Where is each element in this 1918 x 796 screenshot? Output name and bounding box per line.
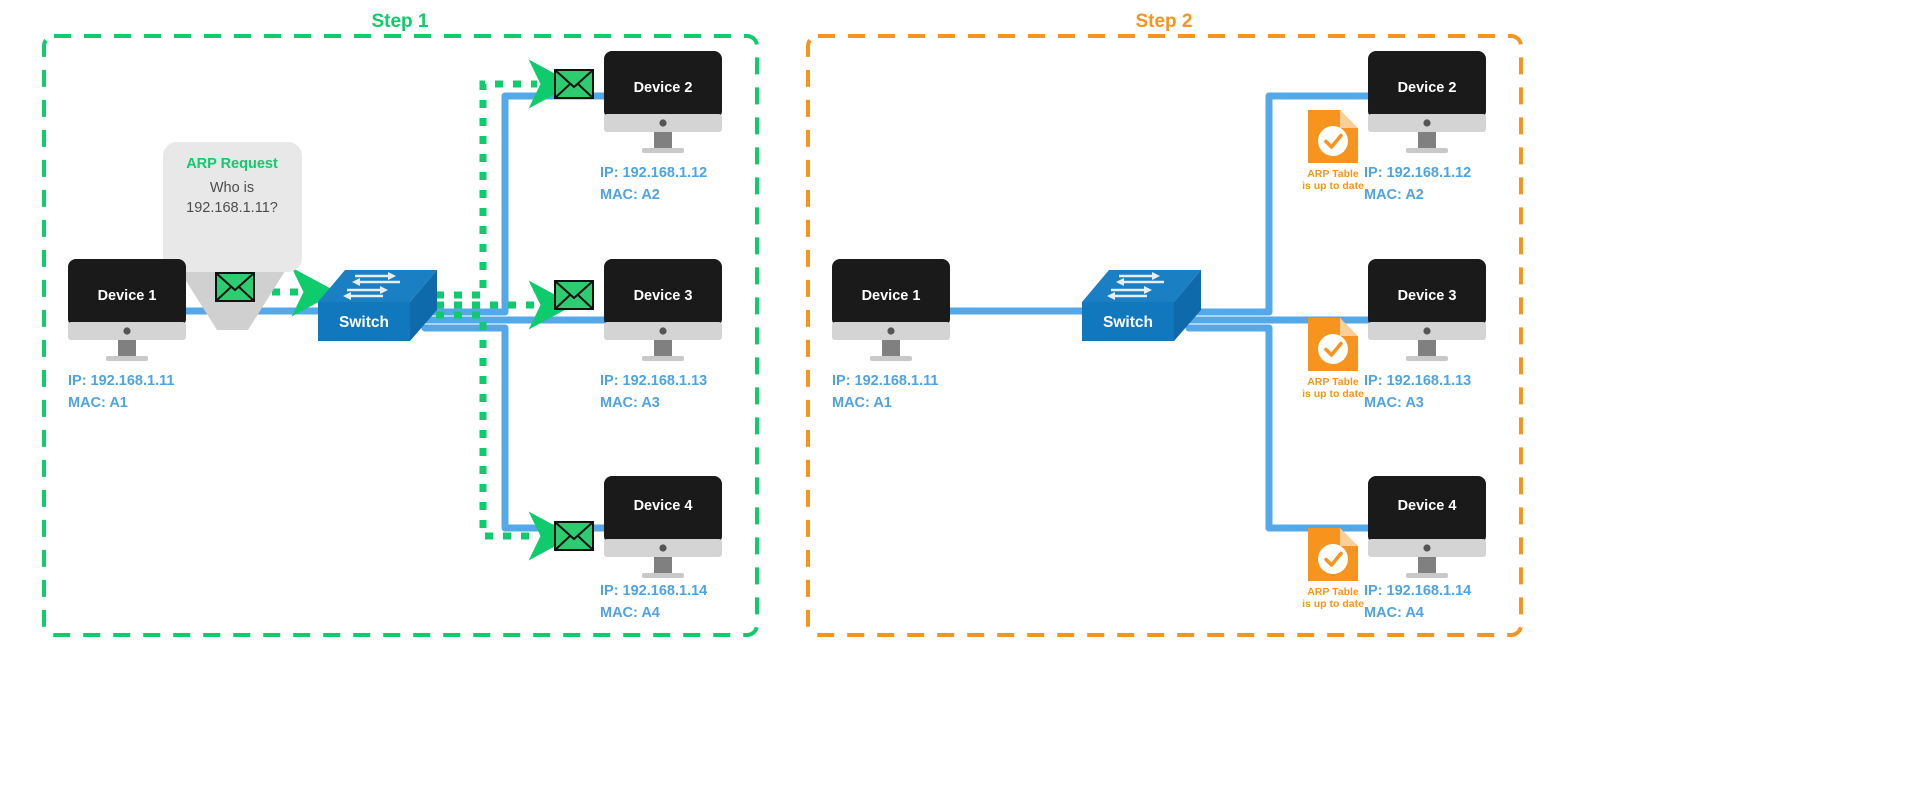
envelope-icon-device1-origin [215, 272, 255, 302]
document-check-icon [1308, 110, 1358, 163]
step2-device-4: ARP Table is up to date Device 4 IP: 192… [1302, 476, 1486, 621]
monitor-power-dot [1423, 327, 1431, 335]
monitor-stand-base [1406, 356, 1448, 361]
step2-device-1: Device 1 IP: 192.168.1.11 MAC: A1 [832, 259, 950, 411]
step2-title: Step 2 [1135, 11, 1192, 32]
device-ip: IP: 192.168.1.14 [1364, 583, 1471, 599]
device-label: Device 4 [1398, 498, 1457, 514]
monitor-stand-neck [654, 340, 672, 358]
device-mac: MAC: A1 [68, 395, 128, 411]
device-mac: MAC: A2 [600, 187, 660, 203]
arp-note-line2: is up to date [1302, 598, 1364, 610]
arp-table-note-device2: ARP Table is up to date [1302, 110, 1364, 192]
envelope-icon-device4 [554, 521, 594, 551]
envelope-icon-device2 [554, 69, 594, 99]
monitor-stand-base [106, 356, 148, 361]
arp-note-line1: ARP Table [1307, 376, 1359, 388]
monitor-power-dot [1423, 544, 1431, 552]
step1-title: Step 1 [371, 11, 428, 32]
arp-table-note-device3: ARP Table is up to date [1302, 318, 1364, 400]
step1-device-1: Device 1 IP: 192.168.1.11 MAC: A1 [68, 259, 186, 411]
device-ip: IP: 192.168.1.13 [1364, 373, 1471, 389]
arp-note-line1: ARP Table [1307, 586, 1359, 598]
diagram-canvas: Step 1 ARP Request Who is 192.168.1.11? … [0, 0, 1918, 796]
monitor-stand-neck [654, 557, 672, 575]
device-ip: IP: 192.168.1.13 [600, 373, 707, 389]
monitor-stand-base [870, 356, 912, 361]
bubble-heading: ARP Request [186, 156, 278, 172]
step2-switch: Switch [1082, 270, 1201, 341]
monitor-power-dot [1423, 119, 1431, 127]
device-label: Device 2 [1398, 80, 1457, 96]
envelope-icon-device3 [554, 280, 594, 310]
device-mac: MAC: A2 [1364, 187, 1424, 203]
switch-label: Switch [339, 314, 389, 331]
monitor-stand-base [1406, 148, 1448, 153]
monitor-power-dot [659, 119, 667, 127]
dotted-switch-to-device4 [436, 311, 575, 561]
device-ip: IP: 192.168.1.12 [600, 165, 707, 181]
device-mac: MAC: A4 [1364, 605, 1424, 621]
monitor-stand-base [642, 573, 684, 578]
monitor-stand-base [1406, 573, 1448, 578]
link-switch-device2 [421, 92, 608, 316]
monitor-stand-neck [654, 132, 672, 150]
step1-device-2: Device 2 IP: 192.168.1.12 MAC: A2 [554, 51, 722, 203]
step1-switch: Switch [318, 270, 437, 341]
device-ip: IP: 192.168.1.11 [68, 373, 174, 389]
device-label: Device 1 [862, 288, 921, 304]
step2-device-3: ARP Table is up to date Device 3 IP: 192… [1302, 259, 1486, 411]
monitor-stand-neck [118, 340, 136, 358]
dotted-switch-to-device2 [436, 59, 575, 299]
monitor-power-dot [659, 544, 667, 552]
monitor-stand-neck [1418, 557, 1436, 575]
arp-process-diagram: Step 1 ARP Request Who is 192.168.1.11? … [42, 11, 1523, 637]
document-check-icon [1308, 528, 1358, 581]
monitor-stand-neck [1418, 340, 1436, 358]
device-label: Device 3 [1398, 288, 1457, 304]
arp-table-note-device4: ARP Table is up to date [1302, 528, 1364, 610]
panel-step1: Step 1 ARP Request Who is 192.168.1.11? … [42, 11, 759, 637]
device-label: Device 1 [98, 288, 157, 304]
device-label: Device 4 [634, 498, 693, 514]
monitor-power-dot [659, 327, 667, 335]
step1-device-4: Device 4 IP: 192.168.1.14 MAC: A4 [554, 476, 722, 621]
switch-label: Switch [1103, 314, 1153, 331]
device-label: Device 3 [634, 288, 693, 304]
step2-device-2: ARP Table is up to date Device 2 IP: 192… [1302, 51, 1486, 203]
monitor-stand-base [642, 356, 684, 361]
device-ip: IP: 192.168.1.11 [832, 373, 938, 389]
device-ip: IP: 192.168.1.12 [1364, 165, 1471, 181]
device-mac: MAC: A3 [1364, 395, 1424, 411]
panel-step2: Step 2 Device 1 IP: 192.168.1.11 MAC: A1 [806, 11, 1523, 637]
device-ip: IP: 192.168.1.14 [600, 583, 707, 599]
device-mac: MAC: A3 [600, 395, 660, 411]
monitor-power-dot [123, 327, 131, 335]
device-label: Device 2 [634, 80, 693, 96]
bubble-line1: Who is [210, 180, 254, 196]
monitor-stand-neck [1418, 132, 1436, 150]
arp-note-line2: is up to date [1302, 180, 1364, 192]
bubble-line2: 192.168.1.11? [186, 200, 278, 216]
document-check-icon [1308, 318, 1358, 371]
link-switch-device4 [421, 324, 608, 532]
monitor-power-dot [887, 327, 895, 335]
arp-note-line1: ARP Table [1307, 168, 1359, 180]
device-mac: MAC: A1 [832, 395, 892, 411]
monitor-stand-neck [882, 340, 900, 358]
step1-device-3: Device 3 IP: 192.168.1.13 MAC: A3 [554, 259, 722, 411]
device-mac: MAC: A4 [600, 605, 660, 621]
arp-note-line2: is up to date [1302, 388, 1364, 400]
monitor-stand-base [642, 148, 684, 153]
